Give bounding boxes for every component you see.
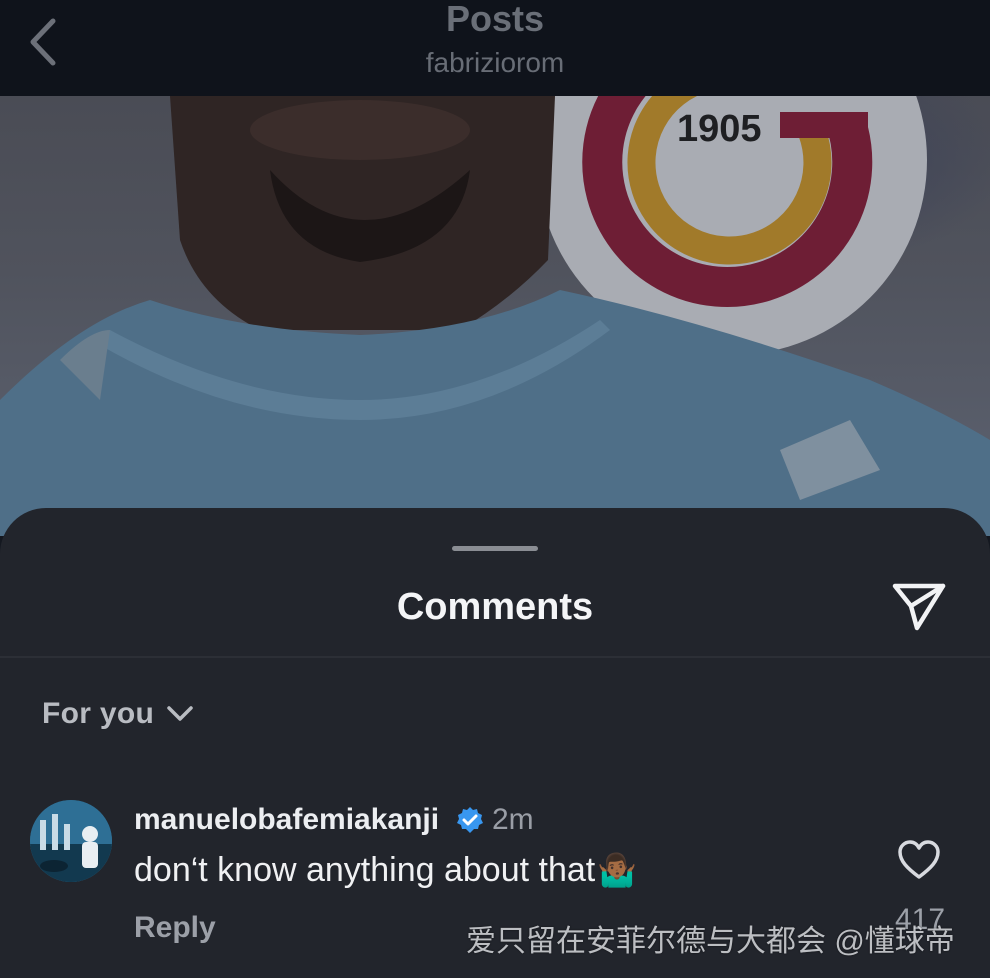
like-button[interactable] <box>892 834 946 886</box>
sheet-divider <box>0 656 990 658</box>
post-image[interactable]: 1905 <box>0 96 990 536</box>
badge-year-text: 1905 <box>677 108 762 150</box>
reply-button[interactable]: Reply <box>134 908 216 948</box>
post-photo-illustration <box>0 96 990 536</box>
heart-icon <box>898 840 940 879</box>
avatar-image <box>30 800 112 882</box>
avatar[interactable] <box>30 800 112 882</box>
filter-label: For you <box>42 697 155 730</box>
comments-title: Comments <box>396 586 594 628</box>
shrug-emoji: 🤷🏾‍♂️ <box>597 852 638 888</box>
watermark: 爱只留在安菲尔德与大都会 @懂球帝 <box>466 925 955 958</box>
comment-timestamp: 2m <box>492 803 534 836</box>
post-author-username[interactable]: fabriziorom <box>0 46 990 80</box>
send-icon <box>892 583 946 631</box>
drag-handle[interactable] <box>452 546 538 551</box>
comment-username[interactable]: manuelobafemiakanji <box>134 800 439 840</box>
chevron-down-icon <box>167 706 193 721</box>
page-title: Posts <box>445 0 545 39</box>
comment-body: don‘t know anything about that 🤷🏾‍♂️ <box>134 848 637 892</box>
comment-sort-filter[interactable]: For you <box>42 694 194 734</box>
share-button[interactable] <box>886 576 952 636</box>
comment-text: don‘t know anything about that <box>134 851 596 889</box>
top-header: Posts fabriziorom <box>0 0 990 96</box>
verified-badge-icon <box>457 807 483 833</box>
